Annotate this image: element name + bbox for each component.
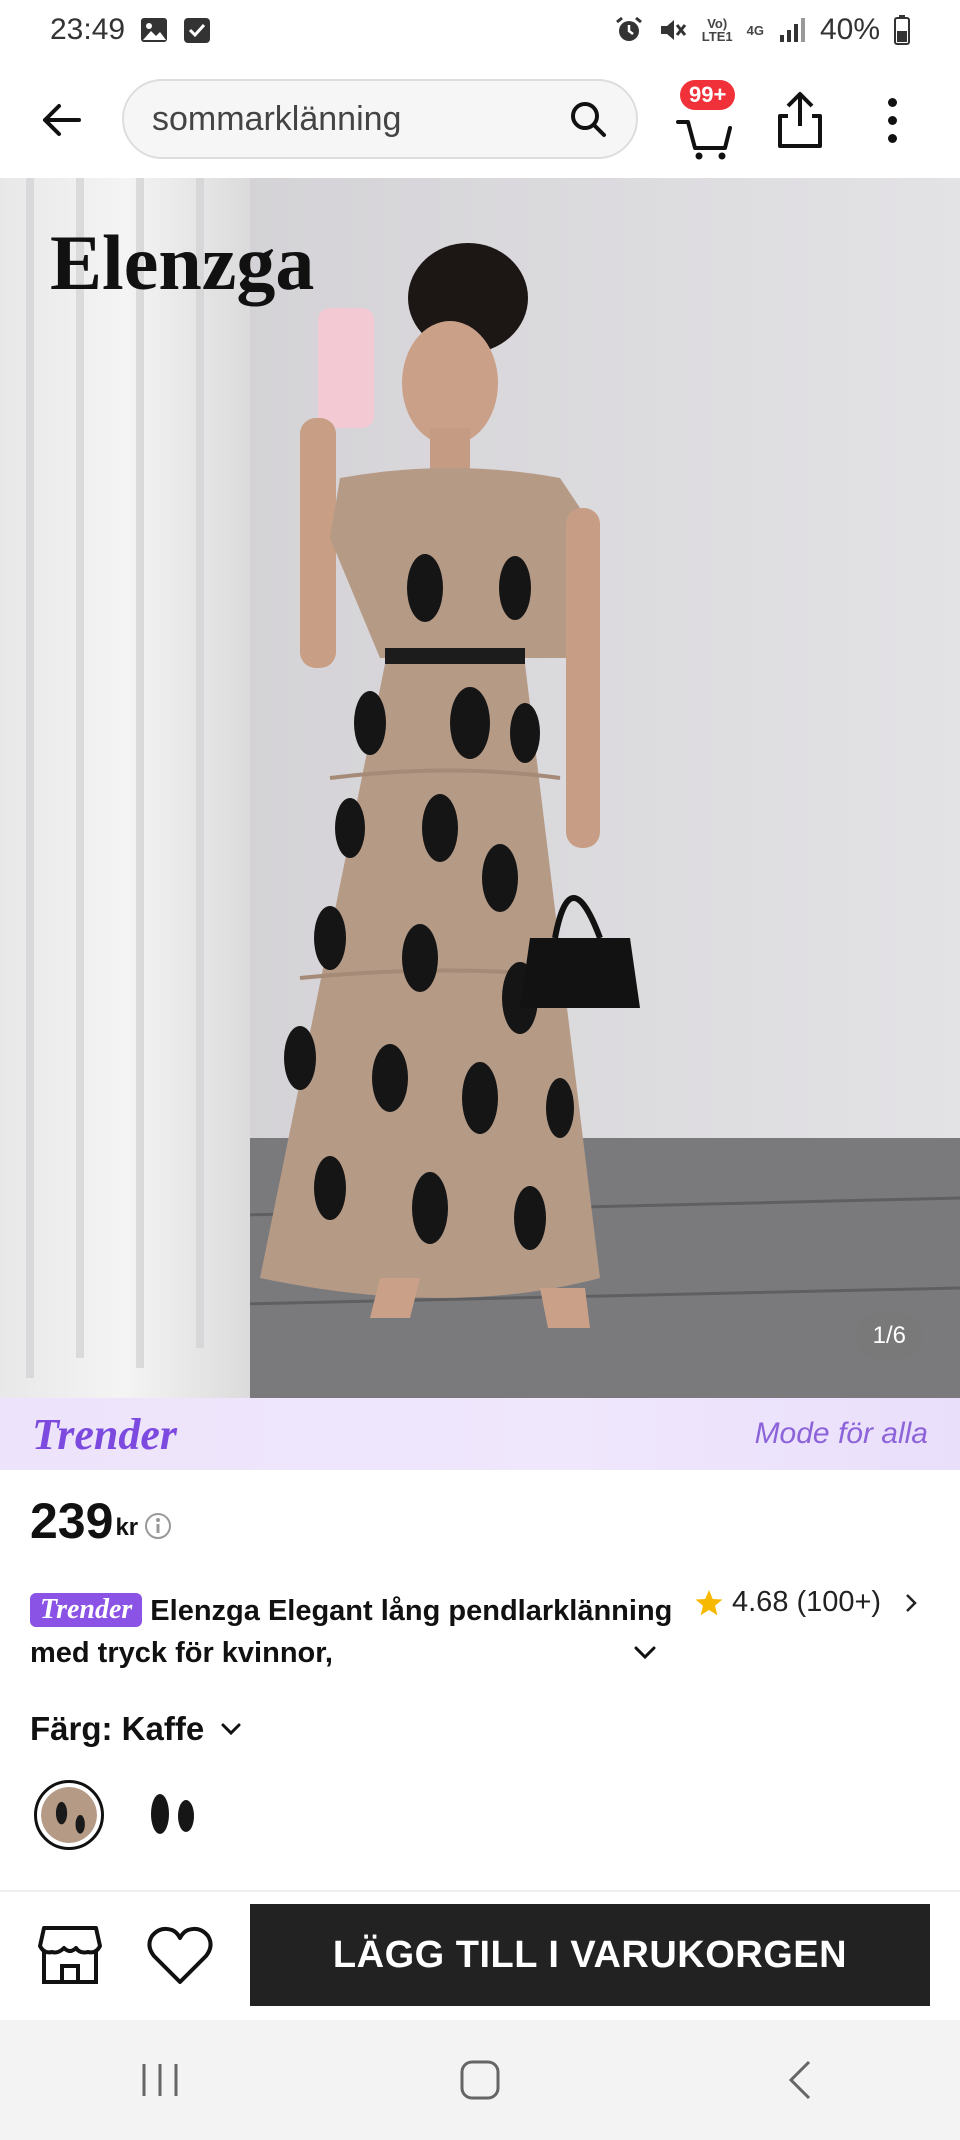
product-photo xyxy=(0,178,960,1398)
network-4g-icon: 4G xyxy=(747,24,764,37)
banner-tagline: Mode för alla xyxy=(754,1417,928,1450)
volte-icon: Vo) LTE1 xyxy=(701,16,733,44)
swatch-kaffe[interactable] xyxy=(34,1780,104,1850)
more-dot xyxy=(887,115,897,125)
recents-button[interactable] xyxy=(120,2050,200,2110)
image-counter: 1/6 xyxy=(854,1314,924,1358)
star-icon xyxy=(695,1589,723,1615)
add-to-cart-button[interactable]: LÄGG TILL I VARUKORGEN xyxy=(250,1904,930,2006)
store-button[interactable] xyxy=(36,1924,104,1986)
rating[interactable]: 4.68 (100+) xyxy=(694,1586,919,1619)
system-back-button[interactable] xyxy=(760,2050,840,2110)
chevron-right-icon xyxy=(906,1593,917,1612)
status-bar: 23:49 Vo) LTE1 4G 40% xyxy=(0,0,960,60)
share-icon xyxy=(778,92,822,148)
battery-icon xyxy=(894,15,910,45)
cart-button[interactable]: 99+ xyxy=(670,80,742,160)
alarm-icon xyxy=(614,15,644,45)
rating-value: 4.68 xyxy=(732,1586,789,1618)
more-dot xyxy=(887,133,897,143)
swatch-white-image xyxy=(136,1780,206,1850)
price: 239 kr xyxy=(30,1492,172,1550)
more-dot xyxy=(887,97,897,107)
chevron-left-icon xyxy=(788,2060,811,2100)
promo-banner[interactable]: Trender Mode för alla xyxy=(0,1398,960,1470)
status-right: Vo) LTE1 4G 40% xyxy=(614,13,910,47)
swatch-kaffe-image xyxy=(41,1787,97,1843)
trender-tag: Trender xyxy=(30,1593,143,1627)
back-button[interactable] xyxy=(36,95,86,145)
trender-logo: Trender xyxy=(32,1409,178,1459)
price-currency: kr xyxy=(115,1514,139,1541)
search-icon[interactable] xyxy=(566,97,610,141)
recents-icon xyxy=(142,2064,178,2096)
task-check-icon xyxy=(183,16,211,44)
signal-icon xyxy=(778,17,806,43)
status-left: 23:49 xyxy=(50,13,211,47)
chevron-down-icon[interactable] xyxy=(630,1638,660,1668)
android-nav-bar xyxy=(0,2020,960,2140)
product-image[interactable]: Elenzga 1/6 xyxy=(0,178,960,1398)
arrow-left-icon xyxy=(43,104,81,136)
home-button[interactable] xyxy=(440,2050,520,2110)
brand-overlay-text: Elenzga xyxy=(50,219,315,306)
top-nav: sommarklänning 99+ xyxy=(0,70,960,170)
store-icon xyxy=(38,1926,102,1984)
price-value: 239 xyxy=(30,1493,114,1549)
wishlist-button[interactable] xyxy=(146,1924,214,1986)
heart-icon xyxy=(147,1926,213,1984)
status-time: 23:49 xyxy=(50,13,126,46)
cart-count-badge: 99+ xyxy=(680,80,736,110)
home-icon xyxy=(460,2060,500,2100)
share-button[interactable] xyxy=(772,90,828,150)
color-label: Färg: Kaffe xyxy=(30,1710,205,1747)
chevron-down-icon xyxy=(221,1723,241,1736)
battery-percent: 40% xyxy=(819,13,880,46)
color-swatches xyxy=(34,1780,206,1850)
search-query: sommarklänning xyxy=(152,99,402,138)
info-icon[interactable] xyxy=(144,1512,172,1540)
gallery-icon xyxy=(139,15,169,45)
product-title[interactable]: Trender Elenzga Elegant lång pendlarklänn… xyxy=(30,1590,680,1674)
network-label: 4G xyxy=(746,22,764,38)
rating-count: (100+) xyxy=(796,1586,882,1618)
swatch-white[interactable] xyxy=(136,1780,206,1850)
search-input[interactable]: sommarklänning xyxy=(122,79,638,159)
more-options-button[interactable] xyxy=(870,90,914,150)
color-selector[interactable]: Färg: Kaffe xyxy=(30,1710,244,1748)
mute-icon xyxy=(658,15,688,45)
bottom-divider xyxy=(0,1890,960,1892)
